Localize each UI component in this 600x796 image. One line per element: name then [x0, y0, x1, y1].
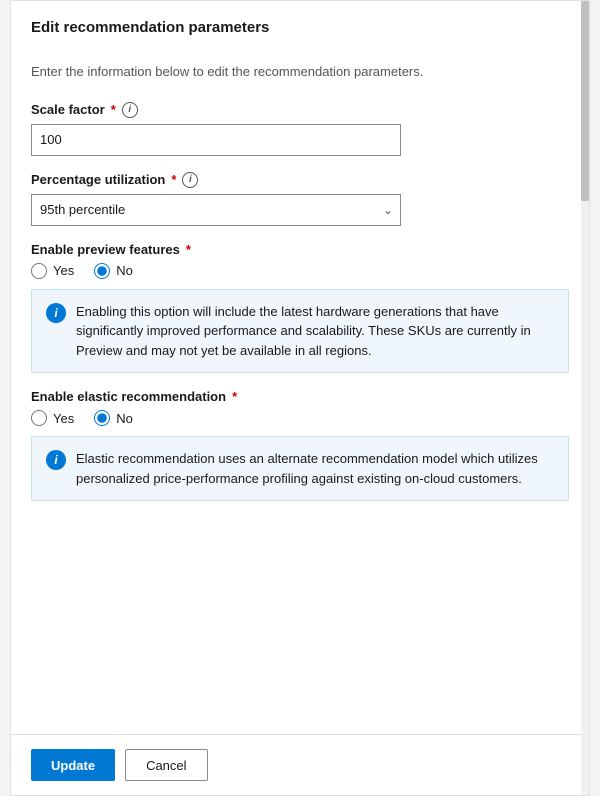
info-circle-icon: i — [46, 303, 66, 323]
scale-factor-group: Scale factor * i — [31, 102, 569, 156]
percentage-utilization-group: Percentage utilization * i 50th percenti… — [31, 172, 569, 226]
percentage-utilization-label: Percentage utilization * i — [31, 172, 569, 188]
panel-subtitle: Enter the information below to edit the … — [31, 62, 569, 82]
edit-recommendation-panel: Edit recommendation parameters Enter the… — [10, 0, 590, 796]
enable-elastic-recommendation-required: * — [232, 389, 237, 404]
panel-body: Enter the information below to edit the … — [11, 48, 589, 734]
enable-preview-features-label: Enable preview features * — [31, 242, 569, 257]
percentage-utilization-select[interactable]: 50th percentile 75th percentile 95th per… — [31, 194, 401, 226]
percentage-utilization-info-icon[interactable]: i — [182, 172, 198, 188]
enable-elastic-recommendation-no-label[interactable]: No — [94, 410, 133, 426]
scale-factor-input[interactable] — [31, 124, 401, 156]
enable-elastic-recommendation-group: Enable elastic recommendation * Yes No i… — [31, 389, 569, 501]
panel-header: Edit recommendation parameters — [11, 1, 589, 48]
scrollbar-thumb[interactable] — [581, 1, 589, 201]
cancel-button[interactable]: Cancel — [125, 749, 207, 781]
enable-preview-features-no-label[interactable]: No — [94, 263, 133, 279]
enable-preview-features-radio-group: Yes No — [31, 263, 569, 279]
enable-elastic-recommendation-info-text: Elastic recommendation uses an alternate… — [76, 449, 554, 488]
percentage-utilization-select-wrapper: 50th percentile 75th percentile 95th per… — [31, 194, 401, 226]
enable-elastic-recommendation-label: Enable elastic recommendation * — [31, 389, 569, 404]
enable-elastic-recommendation-no-radio[interactable] — [94, 410, 110, 426]
update-button[interactable]: Update — [31, 749, 115, 781]
enable-preview-features-yes-radio[interactable] — [31, 263, 47, 279]
scale-factor-required: * — [111, 102, 116, 117]
enable-elastic-recommendation-radio-group: Yes No — [31, 410, 569, 426]
panel-title: Edit recommendation parameters — [31, 19, 569, 36]
enable-preview-features-no-radio[interactable] — [94, 263, 110, 279]
panel-footer: Update Cancel — [11, 734, 589, 795]
enable-preview-features-info-text: Enabling this option will include the la… — [76, 302, 554, 361]
enable-preview-features-required: * — [186, 242, 191, 257]
enable-elastic-recommendation-yes-label[interactable]: Yes — [31, 410, 74, 426]
enable-preview-features-yes-label[interactable]: Yes — [31, 263, 74, 279]
scrollbar-track — [581, 1, 589, 795]
scale-factor-info-icon[interactable]: i — [122, 102, 138, 118]
enable-preview-features-info-box: i Enabling this option will include the … — [31, 289, 569, 374]
enable-elastic-recommendation-yes-radio[interactable] — [31, 410, 47, 426]
enable-preview-features-group: Enable preview features * Yes No i Enabl… — [31, 242, 569, 374]
scale-factor-label: Scale factor * i — [31, 102, 569, 118]
info-circle-icon-2: i — [46, 450, 66, 470]
percentage-utilization-required: * — [171, 172, 176, 187]
enable-elastic-recommendation-info-box: i Elastic recommendation uses an alterna… — [31, 436, 569, 501]
